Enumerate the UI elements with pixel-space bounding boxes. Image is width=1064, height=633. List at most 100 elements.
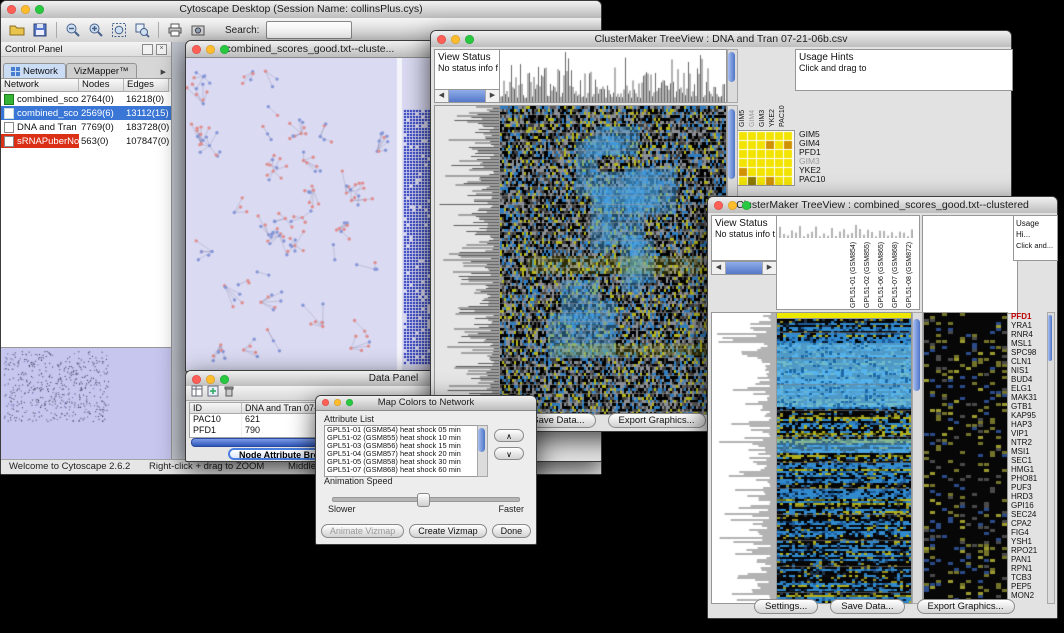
gene-label[interactable]: NIS1 <box>1011 366 1047 375</box>
dialog-action-button[interactable]: Create Vizmap <box>409 524 486 538</box>
nav-scrollbar[interactable] <box>726 262 762 274</box>
secondary-heatmap-canvas[interactable] <box>923 312 1008 604</box>
delete-attribute-icon[interactable] <box>223 384 235 402</box>
scroll-thumb[interactable] <box>1048 315 1052 361</box>
treeview-dna-titlebar[interactable]: ClusterMaker TreeView : DNA and Tran 07-… <box>431 31 1011 48</box>
gene-label[interactable]: BUD4 <box>1011 375 1047 384</box>
zoom-button[interactable] <box>742 201 751 210</box>
close-button[interactable] <box>7 5 16 14</box>
gene-label[interactable]: RNR4 <box>1011 330 1047 339</box>
zoom-selected-icon[interactable] <box>132 20 152 40</box>
column-dendrogram[interactable] <box>779 218 913 238</box>
column-dendrogram[interactable] <box>499 49 727 103</box>
snapshot-icon[interactable] <box>188 20 208 40</box>
gene-label[interactable]: MSI1 <box>1011 447 1047 456</box>
nav-left-icon[interactable]: ◀ <box>712 262 726 274</box>
gene-list-scrollbar[interactable] <box>1047 312 1055 604</box>
gene-label[interactable]: HRD3 <box>1011 492 1047 501</box>
col-network[interactable]: Network <box>1 79 79 92</box>
treeview-action-button[interactable]: Save Data... <box>830 599 904 614</box>
gene-label[interactable]: TCB3 <box>1011 573 1047 582</box>
treeview-combined-titlebar[interactable]: ClusterMaker TreeView : combined_scores_… <box>708 197 1057 214</box>
gene-label[interactable]: SEC1 <box>1011 456 1047 465</box>
zoom-button[interactable] <box>220 375 229 384</box>
tree-nav-widget[interactable]: ◀ ▶ <box>434 89 500 103</box>
gene-label[interactable]: YRA1 <box>1011 321 1047 330</box>
close-panel-icon[interactable]: × <box>156 44 167 55</box>
gene-label[interactable]: PUF3 <box>1011 483 1047 492</box>
row-dendrogram[interactable] <box>434 105 500 415</box>
zoom-fit-icon[interactable] <box>109 20 129 40</box>
scroll-thumb[interactable] <box>728 109 735 179</box>
column-label[interactable]: PAC10 <box>779 49 786 127</box>
gene-label[interactable]: HAP3 <box>1011 420 1047 429</box>
minimize-button[interactable] <box>206 375 215 384</box>
network-list-row[interactable]: DNA and Tran 0... 7769(0) 183728(0) <box>1 120 171 134</box>
gene-label[interactable]: SEC24 <box>1011 510 1047 519</box>
col-id[interactable]: ID <box>190 403 242 414</box>
network-list-row[interactable]: combined_scores 2764(0) 16218(0) <box>1 92 171 106</box>
gene-label[interactable]: SPC98 <box>1011 348 1047 357</box>
dialog-action-button[interactable]: Done <box>492 524 532 538</box>
column-label[interactable]: GPL51-06 (GSM865) <box>876 238 887 308</box>
close-button[interactable] <box>192 375 201 384</box>
dendrogram-scrollbar[interactable] <box>727 49 738 103</box>
zoom-in-icon[interactable] <box>86 20 106 40</box>
minimize-button[interactable] <box>334 399 341 406</box>
network-list-row[interactable]: combined_sco... 2569(6) 13112(15) <box>1 106 171 120</box>
dialog-titlebar[interactable]: Map Colors to Network <box>316 396 536 411</box>
col-nodes[interactable]: Nodes <box>79 79 124 92</box>
column-label[interactable]: GIM5 <box>739 49 746 127</box>
column-label[interactable]: GPL51-07 (GSM868) <box>890 238 901 308</box>
network-view-titlebar[interactable]: combined_scores_good.txt--cluste... <box>186 41 434 58</box>
nav-right-icon[interactable]: ▶ <box>485 90 499 102</box>
tab-overflow-icon[interactable]: ▶ <box>158 68 169 78</box>
minimize-button[interactable] <box>728 201 737 210</box>
attribute-list-scrollbar[interactable] <box>477 425 488 477</box>
close-button[interactable] <box>714 201 723 210</box>
attribute-list-item[interactable]: GPL51-07 (GSM868) heat shock 60 min <box>327 466 479 474</box>
main-titlebar[interactable]: Cytoscape Desktop (Session Name: collins… <box>1 1 601 19</box>
tab-network[interactable]: Network <box>3 63 66 78</box>
column-label[interactable]: GIM4 <box>749 49 756 127</box>
close-button[interactable] <box>322 399 329 406</box>
column-label[interactable]: GPL51-01 (GSM854) <box>848 238 859 308</box>
close-button[interactable] <box>192 45 201 54</box>
gene-label[interactable]: PAN1 <box>1011 555 1047 564</box>
gene-label[interactable]: MSL1 <box>1011 339 1047 348</box>
zoom-button[interactable] <box>346 399 353 406</box>
save-icon[interactable] <box>30 20 50 40</box>
scroll-thumb[interactable] <box>913 319 920 391</box>
minimize-button[interactable] <box>21 5 30 14</box>
select-attributes-icon[interactable] <box>191 384 203 402</box>
zoom-button[interactable] <box>220 45 229 54</box>
heatmap-canvas[interactable] <box>499 105 727 415</box>
move-up-button[interactable]: ∧ <box>494 429 524 442</box>
gene-label[interactable]: MAK31 <box>1011 393 1047 402</box>
move-down-button[interactable]: ∨ <box>494 447 524 460</box>
printer-icon[interactable] <box>165 20 185 40</box>
treeview-action-button[interactable]: Export Graphics... <box>608 413 706 428</box>
gene-label[interactable]: CPA2 <box>1011 519 1047 528</box>
nav-right-icon[interactable]: ▶ <box>762 262 776 274</box>
search-input[interactable] <box>266 21 352 39</box>
heatmap-scrollbar[interactable] <box>912 312 923 604</box>
column-label[interactable]: GPL51-02 (GSM855) <box>862 238 873 308</box>
column-label[interactable]: GPL51-08 (GSM872) <box>904 238 915 308</box>
correlation-matrix[interactable] <box>737 130 795 186</box>
gene-label[interactable]: CLN1 <box>1011 357 1047 366</box>
slider-handle[interactable] <box>417 493 430 507</box>
treeview-action-button[interactable]: Export Graphics... <box>917 599 1015 614</box>
gene-label[interactable]: HMG1 <box>1011 465 1047 474</box>
gene-label[interactable]: GPI16 <box>1011 501 1047 510</box>
dialog-action-button[interactable]: Animate Vizmap <box>321 524 404 538</box>
gene-label[interactable]: NTR2 <box>1011 438 1047 447</box>
animation-speed-slider[interactable] <box>332 497 520 502</box>
column-label[interactable]: YKE2 <box>769 49 776 127</box>
gene-label[interactable]: RPN1 <box>1011 564 1047 573</box>
column-label[interactable]: GIM3 <box>759 49 766 127</box>
gene-label[interactable]: PHO81 <box>1011 474 1047 483</box>
gene-label[interactable]: FIG4 <box>1011 528 1047 537</box>
gene-label[interactable]: YSH1 <box>1011 537 1047 546</box>
create-attribute-icon[interactable] <box>207 384 219 402</box>
